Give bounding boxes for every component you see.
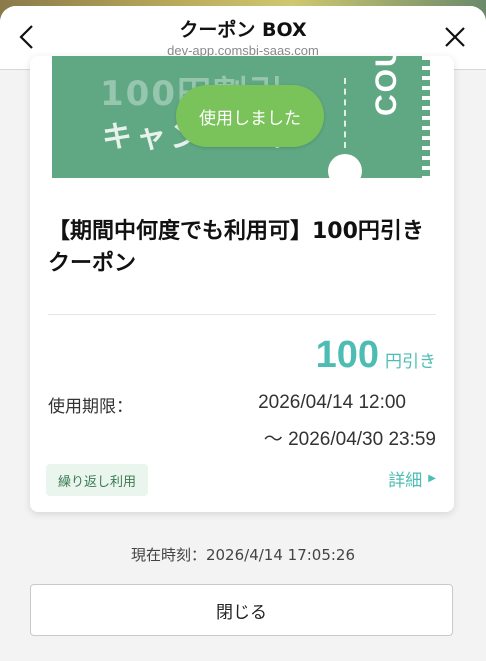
coupon-box-sheet: クーポン BOX dev-app.comsbi-saas.com 100円割引 … (0, 6, 486, 661)
detail-label: 詳細 (388, 471, 423, 491)
close-button[interactable] (438, 20, 472, 54)
coupon-card: 100円割引 キャンペーン COUP 使用しました 【期間中何度でも利用可】10… (30, 56, 454, 512)
divider (48, 314, 436, 315)
used-badge: 使用しました (176, 85, 324, 147)
coupon-notch (328, 154, 362, 178)
coupon-name: 【期間中何度でも利用可】100円引きクーポン (48, 219, 424, 276)
discount-unit: 円引き (385, 352, 436, 372)
coupon-image: 100円割引 キャンペーン COUP 使用しました (52, 56, 430, 178)
triangle-right-icon: ▶ (428, 473, 436, 484)
validity-end: 〜 2026/04/30 23:59 (263, 429, 436, 450)
discount-amount: 100 円引き (316, 334, 436, 377)
validity-label: 使用期限： (48, 397, 133, 417)
coupon-perforation (344, 78, 346, 148)
current-time: 現在時刻：2026/4/14 17:05:26 (130, 546, 356, 564)
repeat-use-badge: 繰り返し利用 (46, 464, 149, 496)
close-icon (445, 27, 465, 47)
discount-value: 100 (315, 334, 379, 376)
coupon-edge (422, 56, 430, 178)
detail-link[interactable]: 詳細 ▶ (388, 466, 436, 491)
close-sheet-button[interactable]: 閉じる (30, 584, 453, 636)
validity-start: 2026/04/14 12:00 (258, 392, 406, 413)
coupon-side-text: COUP (370, 56, 403, 116)
page-title: クーポン BOX (179, 19, 307, 41)
